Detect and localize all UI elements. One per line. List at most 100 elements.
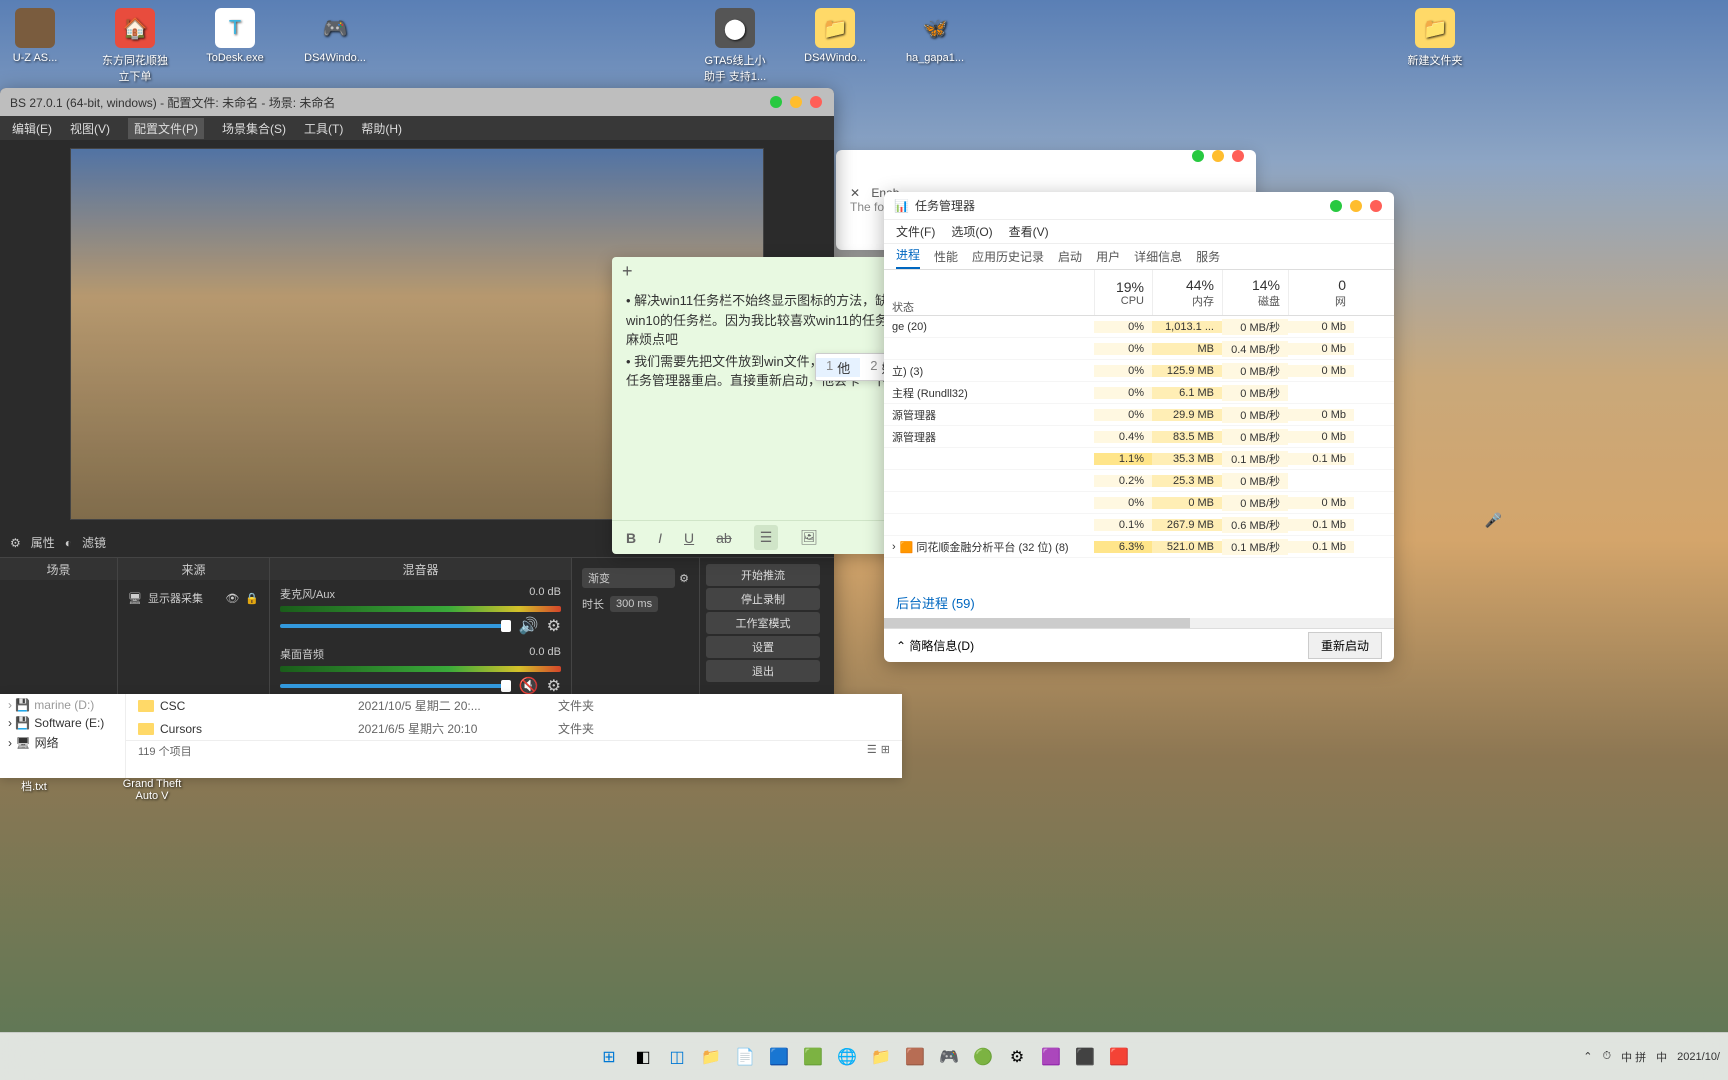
tab-history[interactable]: 应用历史记录	[972, 248, 1044, 269]
taskmgr-titlebar[interactable]: 📊 任务管理器	[884, 192, 1394, 220]
nav-item[interactable]: › 💾 marine (D:)	[8, 696, 117, 714]
process-row[interactable]: 立) (3)0%125.9 MB0 MB/秒0 Mb	[884, 360, 1394, 382]
desktop-icon[interactable]: U-Z AS...	[0, 8, 70, 84]
app-taskbar-icon[interactable]: 📁	[867, 1043, 895, 1071]
desktop-icon[interactable]: TToDesk.exe	[200, 8, 270, 84]
app-taskbar-icon[interactable]: 🟩	[799, 1043, 827, 1071]
gear-icon[interactable]: ⚙	[547, 616, 561, 636]
gear-icon[interactable]: ⚙	[10, 536, 21, 550]
menu-view[interactable]: 视图(V)	[70, 120, 110, 137]
app-taskbar-icon[interactable]: 🟢	[969, 1043, 997, 1071]
process-row[interactable]: 1.1%35.3 MB0.1 MB/秒0.1 Mb	[884, 448, 1394, 470]
gear-icon[interactable]: ⚙	[679, 572, 689, 585]
nav-item[interactable]: › 🖥 网络	[8, 732, 117, 753]
col-cpu[interactable]: 19%CPU	[1094, 270, 1152, 315]
ime-indicator[interactable]: 中	[1656, 1049, 1667, 1065]
file-row[interactable]: Cursors 2021/6/5 星期六 20:10 文件夹	[126, 717, 902, 740]
process-row[interactable]: 0.1%267.9 MB0.6 MB/秒0.1 Mb	[884, 514, 1394, 536]
process-row[interactable]: ge (20)0%1,013.1 ...0 MB/秒0 Mb	[884, 316, 1394, 338]
ime-indicator[interactable]: 中 拼	[1621, 1049, 1646, 1065]
desktop-icon[interactable]: 档.txt	[0, 778, 68, 802]
col-net[interactable]: 0网	[1288, 270, 1354, 315]
studio-mode-button[interactable]: 工作室模式	[706, 612, 820, 634]
gear-icon[interactable]: ⚙	[547, 676, 561, 696]
menu-help[interactable]: 帮助(H)	[361, 120, 402, 137]
process-row[interactable]: 主程 (Rundll32)0%6.1 MB0 MB/秒	[884, 382, 1394, 404]
desktop-icon[interactable]: 📁新建文件夹	[1400, 8, 1470, 84]
thumbnails-view-icon[interactable]: ⊞	[881, 743, 890, 759]
widgets-button[interactable]: ◫	[663, 1043, 691, 1071]
list-button[interactable]: ☰	[754, 525, 779, 550]
background-processes-header[interactable]: 后台进程 (59)	[884, 587, 1394, 618]
app-taskbar-icon[interactable]: 🟥	[1105, 1043, 1133, 1071]
strikethrough-button[interactable]: ab	[716, 530, 732, 546]
process-row[interactable]: 0%0 MB0 MB/秒0 Mb	[884, 492, 1394, 514]
menu-file[interactable]: 文件(F)	[896, 223, 935, 240]
ime-candidate[interactable]: 1他	[816, 358, 860, 377]
desktop-icon[interactable]: ⬤GTA5线上小助手 支持1...	[700, 8, 770, 84]
fewer-details-toggle[interactable]: ⌃ 简略信息(D)	[896, 637, 974, 654]
app-taskbar-icon[interactable]: ⬛	[1071, 1043, 1099, 1071]
menu-view[interactable]: 查看(V)	[1009, 223, 1049, 240]
horizontal-scrollbar[interactable]	[884, 618, 1394, 628]
filter-icon[interactable]: ◐	[65, 536, 72, 550]
tab-performance[interactable]: 性能	[934, 248, 958, 269]
expand-icon[interactable]: ›	[892, 541, 896, 553]
obs-titlebar[interactable]: BS 27.0.1 (64-bit, windows) - 配置文件: 未命名 …	[0, 88, 834, 116]
clock[interactable]: 2021/10/	[1677, 1051, 1720, 1063]
menu-edit[interactable]: 编辑(E)	[12, 120, 52, 137]
settings-button[interactable]: 设置	[706, 636, 820, 658]
col-mem[interactable]: 44%内存	[1152, 270, 1222, 315]
desktop-icon[interactable]: Grand TheftAuto V	[118, 778, 186, 802]
desktop-icon[interactable]: 🎮DS4Windo...	[300, 8, 370, 84]
menu-tools[interactable]: 工具(T)	[304, 120, 343, 137]
process-row[interactable]: 0.2%25.3 MB0 MB/秒	[884, 470, 1394, 492]
start-button[interactable]: ⊞	[595, 1043, 623, 1071]
tab-processes[interactable]: 进程	[896, 246, 920, 269]
process-row[interactable]: 源管理器0.4%83.5 MB0 MB/秒0 Mb	[884, 426, 1394, 448]
app-taskbar-icon[interactable]: 🎮	[935, 1043, 963, 1071]
menu-scene-collection[interactable]: 场景集合(S)	[222, 120, 286, 137]
close-icon[interactable]	[1370, 200, 1382, 212]
source-item[interactable]: 🖥 显示器采集 👁 🔒	[124, 586, 263, 610]
tray-time-icon[interactable]: ⏱	[1603, 1050, 1612, 1063]
app-taskbar-icon[interactable]: 🟫	[901, 1043, 929, 1071]
minimize-icon[interactable]	[1330, 200, 1342, 212]
explorer-taskbar-icon[interactable]: 📁	[697, 1043, 725, 1071]
nav-item[interactable]: › 💾 Software (E:)	[8, 714, 117, 732]
stop-record-button[interactable]: 停止录制	[706, 588, 820, 610]
process-row[interactable]: › 🟧 同花顺金融分析平台 (32 位) (8)6.3%521.0 MB0.1 …	[884, 536, 1394, 558]
lock-icon[interactable]: 🔒	[245, 592, 259, 605]
maximize-icon[interactable]	[1350, 200, 1362, 212]
desktop-icon[interactable]: 🏠东方同花顺独立下单	[100, 8, 170, 84]
menu-profile[interactable]: 配置文件(P)	[128, 118, 204, 139]
close-icon[interactable]	[810, 96, 822, 108]
bold-button[interactable]: B	[626, 530, 636, 546]
speaker-muted-icon[interactable]: 🔇	[519, 676, 539, 696]
tab-details[interactable]: 详细信息	[1134, 248, 1182, 269]
col-name[interactable]: 状态	[884, 270, 1094, 315]
app-taskbar-icon[interactable]: 📄	[731, 1043, 759, 1071]
desktop-icon[interactable]: 🦋ha_gapa1...	[900, 8, 970, 84]
process-row[interactable]: 0%MB0.4 MB/秒0 Mb	[884, 338, 1394, 360]
edge-taskbar-icon[interactable]: 🌐	[833, 1043, 861, 1071]
tray-chevron-icon[interactable]: ⌃	[1583, 1050, 1592, 1063]
details-view-icon[interactable]: ☰	[867, 743, 877, 759]
close-icon[interactable]: ✕	[850, 186, 860, 200]
transition-select[interactable]: 渐变	[582, 568, 675, 588]
volume-slider[interactable]	[280, 684, 511, 688]
col-disk[interactable]: 14%磁盘	[1222, 270, 1288, 315]
eye-icon[interactable]: 👁	[225, 592, 239, 605]
italic-button[interactable]: I	[658, 530, 662, 546]
image-button[interactable]: 🖼	[800, 529, 818, 546]
minimize-icon[interactable]	[770, 96, 782, 108]
process-row[interactable]: 源管理器0%29.9 MB0 MB/秒0 Mb	[884, 404, 1394, 426]
file-row[interactable]: CSC 2021/10/5 星期二 20:... 文件夹	[126, 694, 902, 717]
tab-startup[interactable]: 启动	[1058, 248, 1082, 269]
exit-button[interactable]: 退出	[706, 660, 820, 682]
start-stream-button[interactable]: 开始推流	[706, 564, 820, 586]
tab-users[interactable]: 用户	[1096, 248, 1120, 269]
app-taskbar-icon[interactable]: 🟦	[765, 1043, 793, 1071]
maximize-icon[interactable]	[790, 96, 802, 108]
task-view-button[interactable]: ◧	[629, 1043, 657, 1071]
